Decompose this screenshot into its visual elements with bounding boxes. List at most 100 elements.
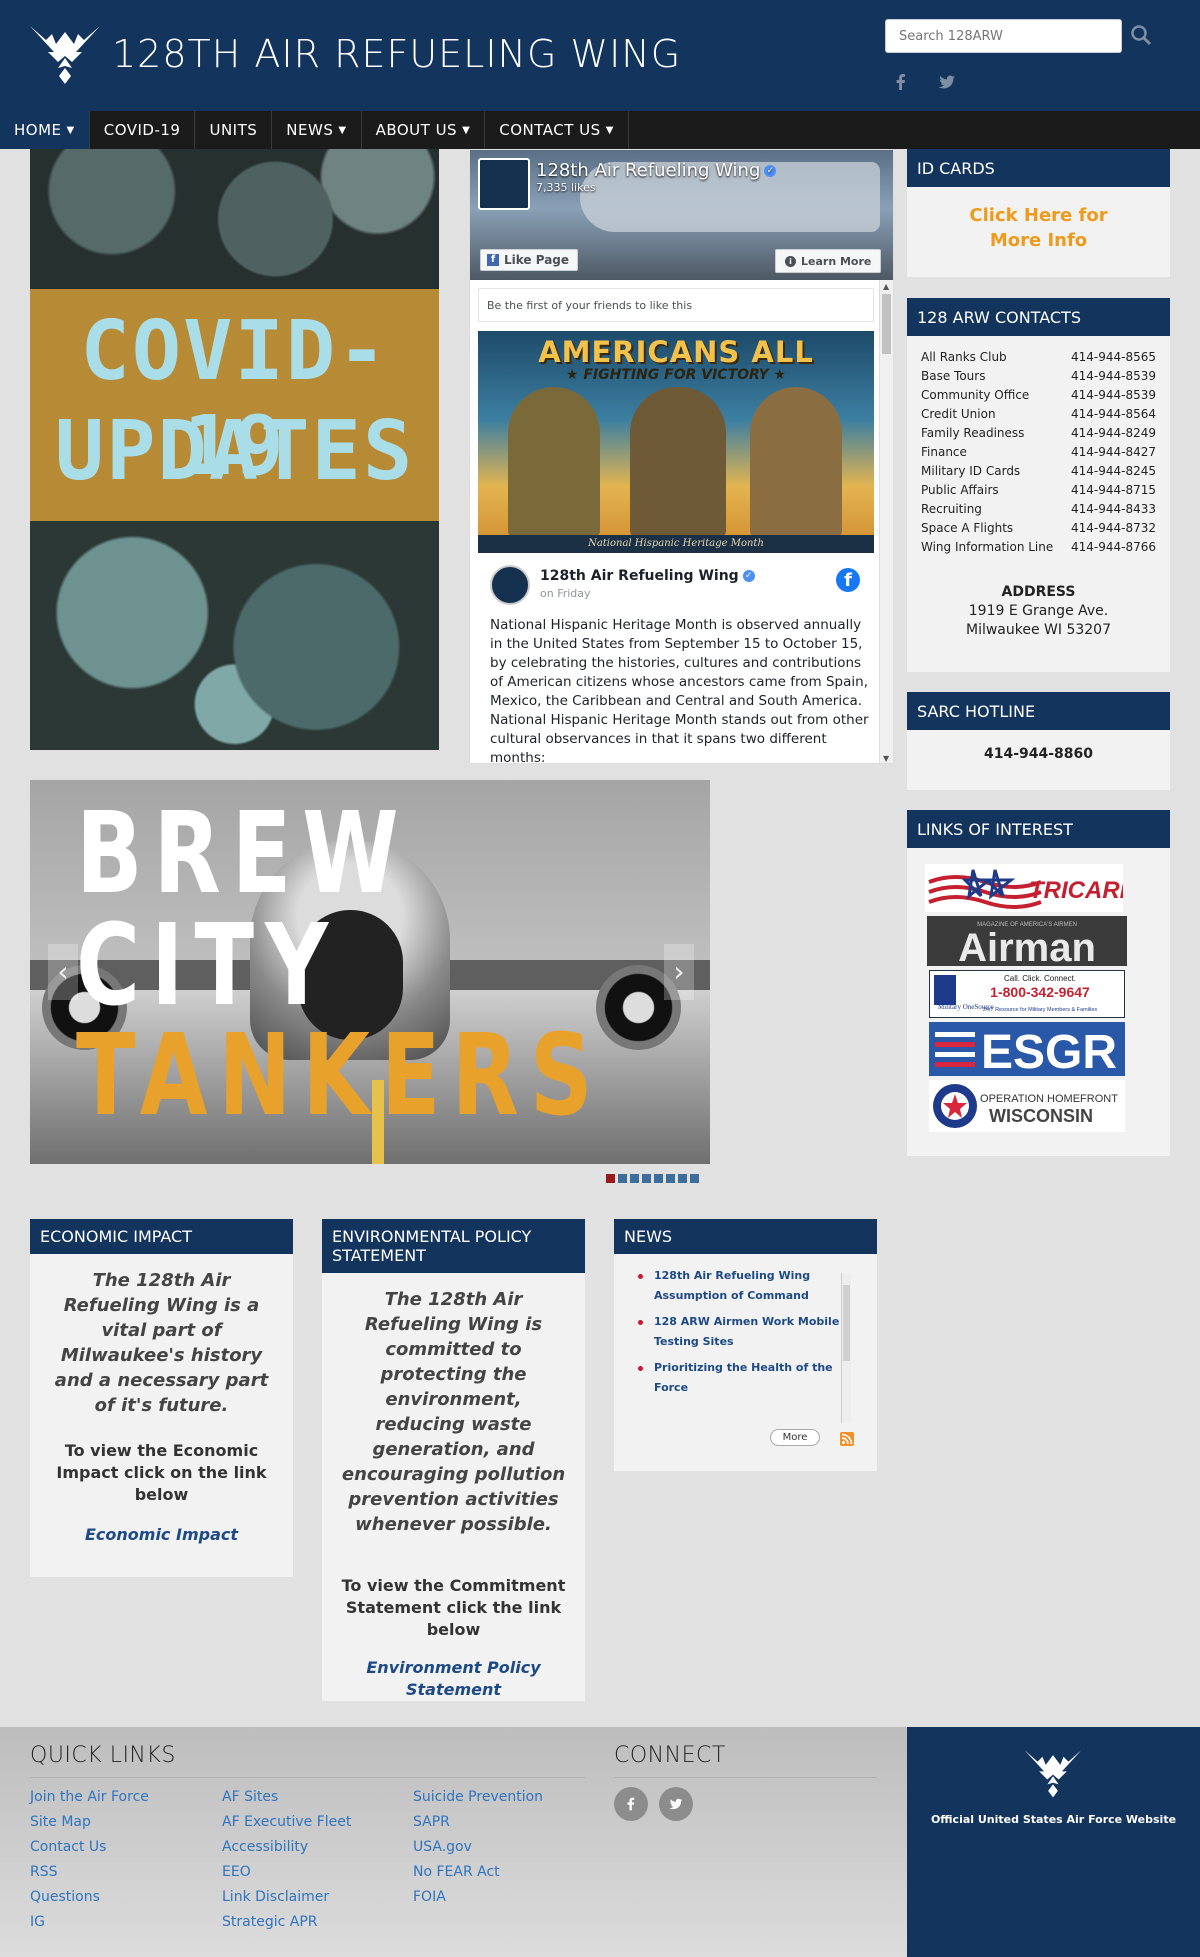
slider-dot[interactable] [606,1174,615,1183]
id-cards-title: ID CARDS [907,149,1170,187]
site-footer: QUICK LINKS Join the Air Force Site Map Co… [0,1727,1200,1957]
facebook-post-image[interactable]: AMERICANS ALL ★ FIGHTING FOR VICTORY ★ N… [478,331,874,553]
page-name-text: 128th Air Refueling Wing [536,160,761,181]
facebook-icon[interactable] [614,1787,648,1821]
quick-link[interactable]: SAPR [413,1810,543,1835]
search-input[interactable] [885,19,1122,53]
operation-homefront-link[interactable]: OPERATION HOMEFRONT WISCONSIN [929,1080,1125,1132]
slider-dot[interactable] [642,1174,651,1183]
economic-impact-link[interactable]: Economic Impact [30,1506,293,1546]
slider-prev-arrow-icon[interactable]: ‹ [48,944,78,1000]
facebook-icon[interactable] [891,72,911,92]
quick-link[interactable]: FOIA [413,1885,543,1910]
quick-link[interactable]: USA.gov [413,1835,543,1860]
tricare-text: TRICARE [1029,877,1123,904]
learn-more-button[interactable]: i Learn More [775,249,882,273]
slider-dot[interactable] [690,1174,699,1183]
nav-home[interactable]: HOME ▼ [0,111,90,149]
quick-link[interactable]: IG [30,1910,149,1935]
twitter-icon[interactable] [659,1787,693,1821]
like-page-button[interactable]: f Like Page [480,249,579,271]
quick-link[interactable]: Accessibility [222,1835,351,1860]
chevron-down-icon: ▼ [66,124,75,136]
tricare-link[interactable]: TRICARE [925,864,1137,912]
facebook-icon[interactable]: f [836,568,860,592]
quick-link[interactable]: Link Disclaimer [222,1885,351,1910]
news-more-button[interactable]: More [770,1429,820,1446]
slider-dot[interactable] [630,1174,639,1183]
news-item[interactable]: Prioritizing the Health of the Force [638,1358,847,1398]
nav-contact-us[interactable]: CONTACT US ▼ [485,111,629,149]
quick-link[interactable]: Site Map [30,1810,149,1835]
address-line-1: 1919 E Grange Ave. [968,603,1109,619]
slider-dot[interactable] [618,1174,627,1183]
search-icon[interactable] [1130,24,1152,46]
news-item[interactable]: 128 ARW Airmen Work Mobile Testing Sites [638,1312,847,1352]
nav-label: COVID-19 [103,121,181,139]
nav-units[interactable]: UNITS [195,111,273,149]
contact-name: Community Office [921,388,1030,402]
rss-icon[interactable] [840,1432,854,1446]
quick-link[interactable]: EEO [222,1860,351,1885]
post-author-name[interactable]: 128th Air Refueling Wing ✓ [540,568,755,584]
nav-about-us[interactable]: ABOUT US ▼ [362,111,486,149]
contact-row: Public Affairs 414-944-8715 [921,483,1156,502]
slider-dot[interactable] [654,1174,663,1183]
scroll-down-icon[interactable]: ▼ [883,754,889,763]
contact-phone: 414-944-8766 [1070,540,1156,554]
covid-updates-banner[interactable]: COVID-19 UPDATES [30,149,439,750]
slider-dot[interactable] [678,1174,687,1183]
facebook-page-avatar[interactable] [478,158,530,210]
contact-phone: 414-944-8539 [1070,388,1156,402]
post-author-avatar[interactable] [490,565,530,605]
news-scrollbar[interactable] [841,1273,851,1423]
poster-subtitle: ★ FIGHTING FOR VICTORY ★ [565,367,787,383]
facebook-page-name[interactable]: 128th Air Refueling Wing ✓ [536,160,777,181]
operation-homefront-logo-icon: OPERATION HOMEFRONT WISCONSIN [933,1084,1118,1128]
air-force-wings-logo-icon[interactable] [28,22,102,86]
environmental-policy-link[interactable]: Environment Policy Statement [322,1641,585,1701]
address-block: ADDRESS 1919 E Grange Ave. Milwaukee WI … [907,583,1170,640]
links-of-interest-box: LINKS OF INTEREST TRICARE MAGAZINE OF AM… [907,810,1170,1156]
quick-link[interactable]: Join the Air Force [30,1785,149,1810]
military-onesource-link[interactable]: Military OneSource Call. Click. Connect.… [929,970,1125,1018]
site-header: 128TH AIR REFUELING WING [0,0,1200,111]
air-force-website-text: Official United States Air Force Website [930,1813,1177,1826]
id-cards-link[interactable]: Click Here for More Info [907,203,1170,253]
twitter-icon[interactable] [937,72,957,92]
news-item[interactable]: 128th Air Refueling Wing Assumption of C… [638,1266,847,1306]
quick-link[interactable]: Contact Us [30,1835,149,1860]
quick-link[interactable]: RSS [30,1860,149,1885]
scrollbar-thumb[interactable] [882,294,891,354]
quick-link[interactable]: Questions [30,1885,149,1910]
site-title[interactable]: 128TH AIR REFUELING WING [112,32,681,76]
quick-link[interactable]: AF Executive Fleet [222,1810,351,1835]
sarc-phone: 414-944-8860 [983,746,1094,762]
nav-label: UNITS [209,121,258,139]
airman-link[interactable]: MAGAZINE OF AMERICA'S AIRMEN Airman [927,916,1127,970]
scroll-up-icon[interactable]: ▲ [883,282,889,291]
scrollbar-thumb[interactable] [843,1285,850,1361]
info-icon: i [785,255,796,267]
slider-dot[interactable] [666,1174,675,1183]
air-force-panel[interactable]: Official United States Air Force Website [907,1727,1200,1957]
contact-name: Finance [921,445,967,459]
learn-more-label: Learn More [801,254,872,268]
nav-label: CONTACT US [499,121,601,139]
quick-link[interactable]: No FEAR Act [413,1860,543,1885]
nav-label: ABOUT US [375,121,458,139]
esgr-link[interactable]: ESGR [929,1022,1125,1079]
facebook-likes-count: 7,335 likes [536,181,596,194]
contact-phone: 414-944-8564 [1070,407,1156,421]
quick-link[interactable]: AF Sites [222,1785,351,1810]
nav-covid-19[interactable]: COVID-19 [90,111,196,149]
quick-link[interactable]: Strategic APR [222,1910,351,1935]
slider-next-arrow-icon[interactable]: › [664,944,694,1000]
nav-news[interactable]: NEWS ▼ [272,111,362,149]
slider-pagination [606,1174,699,1183]
image-slider[interactable]: BREW CITY TANKERS ‹ › [30,780,710,1164]
post-time[interactable]: on Friday [540,587,591,600]
environmental-policy-title: ENVIRONMENTAL POLICY STATEMENT [322,1219,585,1273]
facebook-scrollbar[interactable]: ▲ ▼ [879,280,893,763]
quick-link[interactable]: Suicide Prevention [413,1785,543,1810]
